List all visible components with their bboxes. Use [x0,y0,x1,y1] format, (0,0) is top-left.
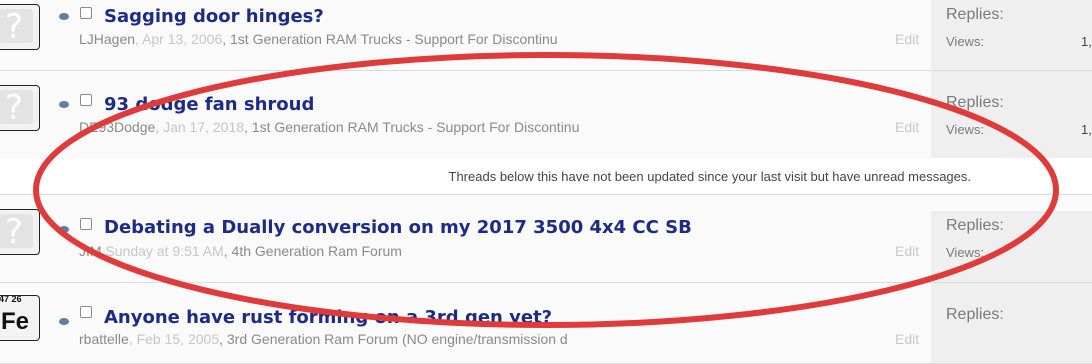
thread-stats: Replies: Views: 1, [931,0,1092,70]
thread-meta: JIM Sunday at 9:51 AM, 4th Generation Ra… [79,243,402,259]
thread-meta: DE93Dodge, Jan 17, 2018, 1st Generation … [79,119,580,135]
thread-row: Debating a Dually conversion on my 2017 … [0,195,1092,283]
replies-label: Replies: [946,306,1004,323]
select-checkbox[interactable] [80,306,92,318]
thread-forum[interactable]: 1st Generation RAM Trucks - Support For … [252,119,580,135]
views-label: Views: [946,34,985,49]
thread-title[interactable]: 93 dodge fan shroud [104,94,314,115]
thread-date[interactable]: , Feb 15, 2005 [129,331,219,347]
avatar-text: Fe [1,308,30,335]
edit-link[interactable]: Edit [895,243,919,259]
unread-bullet-icon [59,101,69,108]
thread-title[interactable]: Debating a Dually conversion on my 2017 … [104,217,692,238]
unread-bullet-icon [59,318,69,325]
thread-date[interactable]: Sunday at 9:51 AM [102,243,223,259]
select-checkbox[interactable] [80,218,92,230]
replies-label: Replies: [946,6,1004,23]
thread-author[interactable]: JIM [79,243,102,259]
views-label: Views: [946,122,985,137]
thread-row: 47 26 Fe Anyone have rust forming on a 3… [0,283,1092,364]
thread-forum[interactable]: 4th Generation Ram Forum [232,243,402,259]
thread-stats: Replies: [931,283,1092,363]
unread-bullet-icon [59,13,69,20]
replies-label: Replies: [946,94,1004,111]
edit-link[interactable]: Edit [895,31,919,47]
views-value: 1, [1081,122,1092,137]
thread-author[interactable]: DE93Dodge [79,119,155,135]
thread-stats: Replies: Views: 1, [931,71,1092,158]
thread-forum[interactable]: 3rd Generation Ram Forum (NO engine/tran… [227,331,568,347]
avatar-numbers: 47 26 [0,295,22,304]
thread-author[interactable]: rbattelle [79,331,129,347]
thread-meta: rbattelle, Feb 15, 2005, 3rd Generation … [79,331,568,347]
edit-link[interactable]: Edit [895,331,919,347]
thread-row: 93 dodge fan shroud DE93Dodge, Jan 17, 2… [0,71,1092,159]
thread-forum[interactable]: 1st Generation RAM Trucks - Support For … [230,31,558,47]
avatar[interactable]: 47 26 Fe [0,295,40,341]
thread-row: Sagging door hinges? LJHagen, Apr 13, 20… [0,0,1092,71]
avatar[interactable] [0,85,40,131]
views-value: 1, [1081,34,1092,49]
thread-meta: LJHagen, Apr 13, 2006, 1st Generation RA… [79,31,558,47]
views-label: Views: [946,245,985,260]
separator-text: Threads below this have not been updated… [448,169,971,184]
thread-date[interactable]: , Jan 17, 2018 [155,119,244,135]
unread-bullet-icon [59,226,69,233]
thread-title[interactable]: Sagging door hinges? [104,6,324,27]
select-checkbox[interactable] [80,7,92,19]
unread-separator: Threads below this have not been updated… [0,158,1092,195]
thread-title[interactable]: Anyone have rust forming on a 3rd gen ye… [104,307,552,328]
thread-author[interactable]: LJHagen [79,31,135,47]
thread-stats: Replies: Views: [931,211,1092,282]
thread-date[interactable]: , Apr 13, 2006 [135,31,222,47]
avatar[interactable] [0,4,40,50]
avatar[interactable] [0,209,40,255]
replies-label: Replies: [946,217,1004,234]
edit-link[interactable]: Edit [895,119,919,135]
select-checkbox[interactable] [80,94,92,106]
